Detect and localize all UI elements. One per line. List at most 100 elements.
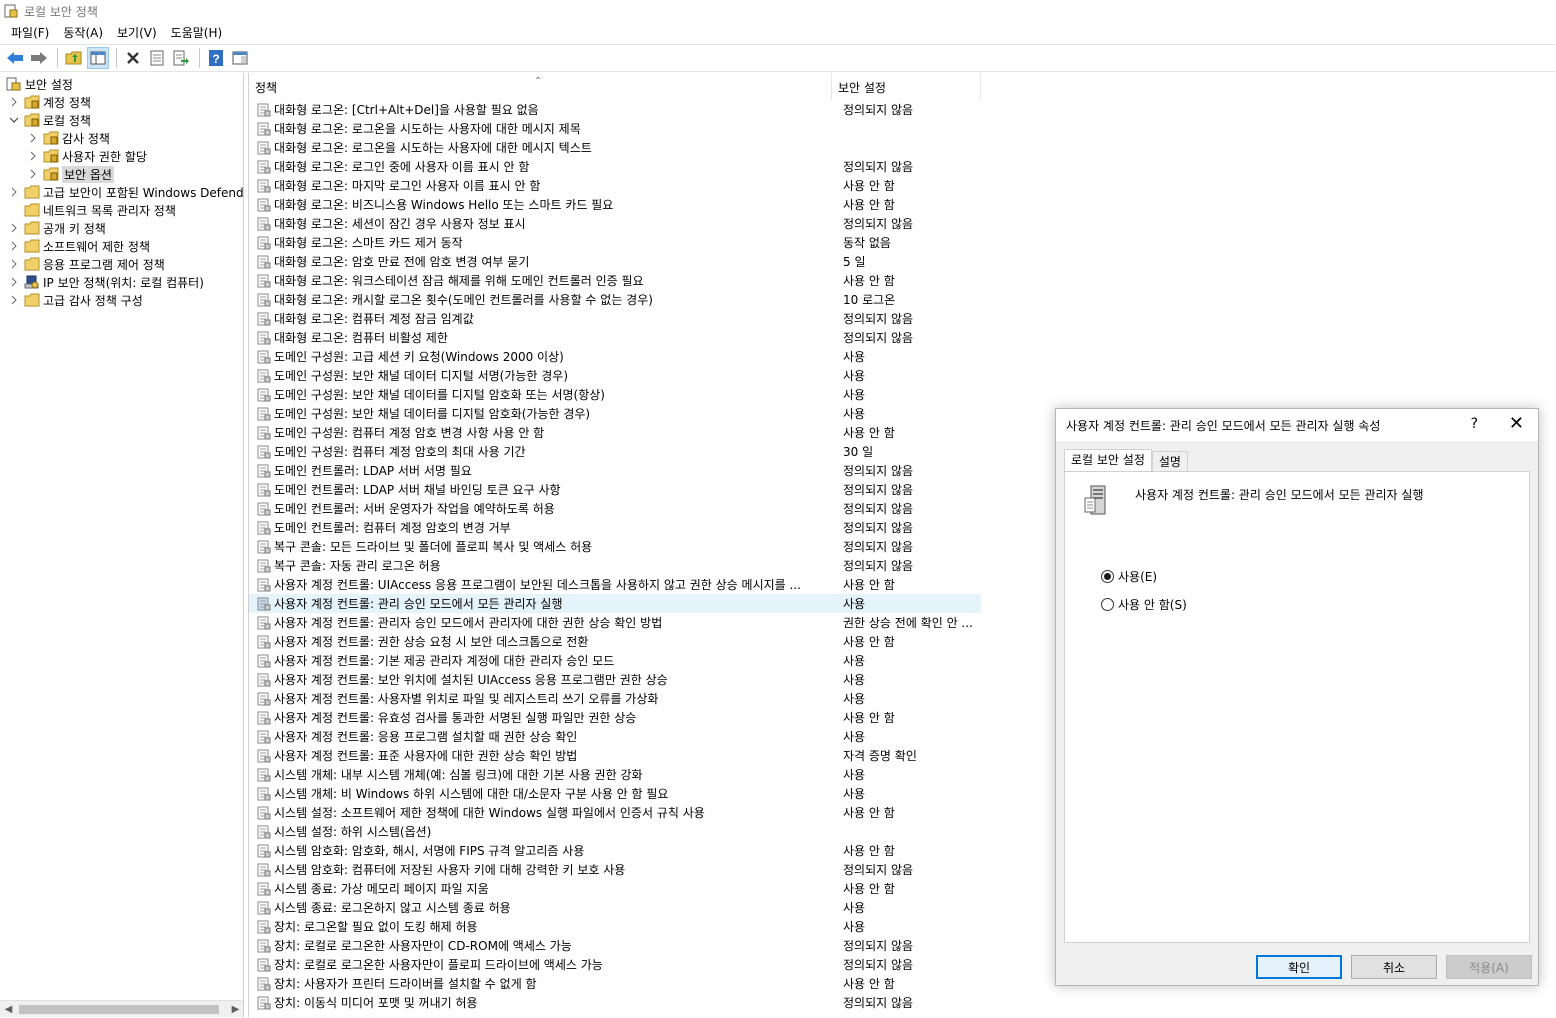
table-row[interactable]: 시스템 개체: 비 Windows 하위 시스템에 대한 대/소문자 구분 사용… xyxy=(249,784,981,803)
table-row[interactable]: 복구 콘솔: 모든 드라이브 및 폴더에 플로피 복사 및 액세스 허용 정의되지… xyxy=(249,537,981,556)
menu-view[interactable]: 보기(V) xyxy=(110,23,164,43)
tree-item-windows-defender-firewall[interactable]: 고급 보안이 포함된 Windows Defender 방화벽 xyxy=(8,183,243,201)
table-row[interactable]: 시스템 암호화: 컴퓨터에 저장된 사용자 키에 대해 강력한 키 보호 사용 정… xyxy=(249,860,981,879)
tree-item-user-rights[interactable]: 사용자 권한 할당 xyxy=(27,147,147,165)
chevron-right-icon[interactable] xyxy=(8,186,20,198)
table-row[interactable]: 사용자 계정 컨트롤: 응용 프로그램 설치할 때 권한 상승 확인 사용 xyxy=(249,727,981,746)
delete-button[interactable] xyxy=(122,47,144,69)
export-list-button[interactable] xyxy=(170,47,192,69)
table-row[interactable]: 장치: 사용자가 프린터 드라이버를 설치할 수 없게 함 사용 안 함 xyxy=(249,974,981,993)
ok-button[interactable]: 확인 xyxy=(1256,955,1342,979)
tree-item-audit-policy[interactable]: 감사 정책 xyxy=(27,129,110,147)
table-row[interactable]: 사용자 계정 컨트롤: 유효성 검사를 통과한 서명된 실행 파일만 권한 상승… xyxy=(249,708,981,727)
table-row[interactable]: 시스템 암호화: 암호화, 해시, 서명에 FIPS 규격 알고리즘 사용 사용 … xyxy=(249,841,981,860)
table-row[interactable]: 대화형 로그온: 암호 만료 전에 암호 변경 여부 묻기 5 일 xyxy=(249,252,981,271)
table-row[interactable]: 장치: 로그온할 필요 없이 도킹 해제 허용 사용 xyxy=(249,917,981,936)
tree-item-security-settings[interactable]: 보안 설정 xyxy=(6,75,73,93)
chevron-right-icon[interactable] xyxy=(8,222,20,234)
table-row[interactable]: 도메인 구성원: 컴퓨터 계정 암호 변경 사항 사용 안 함 사용 안 함 xyxy=(249,423,981,442)
chevron-right-icon[interactable] xyxy=(8,294,20,306)
table-row[interactable]: 대화형 로그온: 비즈니스용 Windows Hello 또는 스마트 카드 필… xyxy=(249,195,981,214)
back-button[interactable] xyxy=(4,47,26,69)
table-row[interactable]: 대화형 로그온: 세션이 잠긴 경우 사용자 정보 표시 정의되지 않음 xyxy=(249,214,981,233)
table-row[interactable]: 대화형 로그온: [Ctrl+Alt+Del]을 사용할 필요 없음 정의되지 않… xyxy=(249,100,981,119)
chevron-right-icon[interactable] xyxy=(8,276,20,288)
chevron-right-icon[interactable] xyxy=(27,150,39,162)
scroll-right-icon[interactable]: ▶ xyxy=(227,1001,243,1018)
chevron-right-icon[interactable] xyxy=(8,240,20,252)
scrollbar-track[interactable] xyxy=(17,1001,227,1018)
table-row[interactable]: 시스템 종료: 로그온하지 않고 시스템 종료 허용 사용 xyxy=(249,898,981,917)
radio-unchecked-icon[interactable] xyxy=(1101,598,1114,611)
table-row[interactable]: 도메인 컨트롤러: 서버 운영자가 작업을 예약하도록 허용 정의되지 않음 xyxy=(249,499,981,518)
table-row[interactable]: 대화형 로그온: 워크스테이션 잠금 해제를 위해 도메인 컨트롤러 인증 필요… xyxy=(249,271,981,290)
column-header-security-setting[interactable]: 보안 설정 xyxy=(832,73,981,100)
table-row[interactable]: 장치: 로컬로 로그온한 사용자만이 플로피 드라이브에 액세스 가능 정의되지 … xyxy=(249,955,981,974)
properties-button[interactable] xyxy=(146,47,168,69)
table-row[interactable]: 도메인 컨트롤러: LDAP 서버 서명 필요 정의되지 않음 xyxy=(249,461,981,480)
table-row[interactable]: 대화형 로그온: 로그온을 시도하는 사용자에 대한 메시지 제목 xyxy=(249,119,981,138)
close-icon[interactable]: ✕ xyxy=(1509,414,1524,434)
show-hide-tree-button[interactable] xyxy=(87,47,109,69)
tree-item-app-control[interactable]: 응용 프로그램 제어 정책 xyxy=(8,255,165,273)
console-view-button[interactable] xyxy=(229,47,251,69)
table-row[interactable]: 도메인 구성원: 보안 채널 데이터 디지털 서명(가능한 경우) 사용 xyxy=(249,366,981,385)
help-button[interactable]: ? xyxy=(205,47,227,69)
tree-item-security-options[interactable]: 보안 옵션 xyxy=(27,165,114,183)
scrollbar-thumb[interactable] xyxy=(19,1004,219,1014)
menu-file[interactable]: 파일(F) xyxy=(4,23,56,43)
table-row[interactable]: 도메인 구성원: 컴퓨터 계정 암호의 최대 사용 기간 30 일 xyxy=(249,442,981,461)
table-row[interactable]: 대화형 로그온: 로그인 중에 사용자 이름 표시 안 함 정의되지 않음 xyxy=(249,157,981,176)
table-row[interactable]: 장치: 로컬로 로그온한 사용자만이 CD-ROM에 액세스 가능 정의되지 않음 xyxy=(249,936,981,955)
forward-button[interactable] xyxy=(28,47,50,69)
table-row[interactable]: 도메인 컨트롤러: LDAP 서버 채널 바인딩 토큰 요구 사항 정의되지 않음 xyxy=(249,480,981,499)
tree-item-account-policy[interactable]: 계정 정책 xyxy=(8,93,91,111)
table-row[interactable]: 사용자 계정 컨트롤: 사용자별 위치로 파일 및 레지스트리 쓰기 오류를 가… xyxy=(249,689,981,708)
cancel-button[interactable]: 취소 xyxy=(1351,955,1437,979)
chevron-right-icon[interactable] xyxy=(8,258,20,270)
menu-action[interactable]: 동작(A) xyxy=(56,23,110,43)
column-header-policy[interactable]: ⌃ 정책 xyxy=(249,73,832,100)
table-row[interactable]: 도메인 구성원: 보안 채널 데이터를 디지털 암호화(가능한 경우) 사용 xyxy=(249,404,981,423)
help-icon[interactable]: ? xyxy=(1471,416,1478,432)
table-row[interactable]: 대화형 로그온: 컴퓨터 계정 잠금 임계값 정의되지 않음 xyxy=(249,309,981,328)
chevron-right-icon[interactable] xyxy=(27,132,39,144)
tree-item-public-key-policy[interactable]: 공개 키 정책 xyxy=(8,219,106,237)
tree-item-software-restriction[interactable]: 소프트웨어 제한 정책 xyxy=(8,237,150,255)
tree-item-local-policy[interactable]: 로컬 정책 xyxy=(8,111,91,129)
tree-item-network-list-manager[interactable]: 네트워크 목록 관리자 정책 xyxy=(24,201,176,219)
radio-checked-icon[interactable] xyxy=(1101,570,1114,583)
table-row[interactable]: 시스템 설정: 소프트웨어 제한 정책에 대한 Windows 실행 파일에서 … xyxy=(249,803,981,822)
table-row[interactable]: 사용자 계정 컨트롤: 관리 승인 모드에서 모든 관리자 실행 사용 xyxy=(249,594,981,613)
chevron-right-icon[interactable] xyxy=(27,168,39,180)
table-row[interactable]: 사용자 계정 컨트롤: 기본 제공 관리자 계정에 대한 관리자 승인 모드 사용 xyxy=(249,651,981,670)
radio-enabled[interactable]: 사용(E) xyxy=(1101,568,1157,585)
table-row[interactable]: 시스템 개체: 내부 시스템 개체(예: 심볼 링크)에 대한 기본 사용 권한… xyxy=(249,765,981,784)
tree-item-advanced-audit[interactable]: 고급 감사 정책 구성 xyxy=(8,291,143,309)
table-row[interactable]: 대화형 로그온: 로그온을 시도하는 사용자에 대한 메시지 텍스트 xyxy=(249,138,981,157)
menu-help[interactable]: 도움말(H) xyxy=(164,23,230,43)
table-row[interactable]: 복구 콘솔: 자동 관리 로그온 허용 정의되지 않음 xyxy=(249,556,981,575)
table-row[interactable]: 사용자 계정 컨트롤: 관리자 승인 모드에서 관리자에 대한 권한 상승 확인… xyxy=(249,613,981,632)
table-row[interactable]: 대화형 로그온: 컴퓨터 비활성 제한 정의되지 않음 xyxy=(249,328,981,347)
table-row[interactable]: 도메인 구성원: 보안 채널 데이터를 디지털 암호화 또는 서명(항상) 사용 xyxy=(249,385,981,404)
table-row[interactable]: 사용자 계정 컨트롤: 권한 상승 요청 시 보안 데스크톱으로 전환 사용 안 … xyxy=(249,632,981,651)
table-row[interactable]: 사용자 계정 컨트롤: 표준 사용자에 대한 권한 상승 확인 방법 자격 증명 … xyxy=(249,746,981,765)
chevron-right-icon[interactable] xyxy=(8,96,20,108)
table-row[interactable]: 대화형 로그온: 마지막 로그인 사용자 이름 표시 안 함 사용 안 함 xyxy=(249,176,981,195)
tab-local-security-setting[interactable]: 로컬 보안 설정 xyxy=(1064,449,1152,473)
table-row[interactable]: 도메인 컨트롤러: 컴퓨터 계정 암호의 변경 거부 정의되지 않음 xyxy=(249,518,981,537)
tree-item-ip-security[interactable]: IP 보안 정책(위치: 로컬 컴퓨터) xyxy=(8,273,204,291)
tree-horizontal-scrollbar[interactable]: ◀ ▶ xyxy=(0,1000,243,1018)
table-row[interactable]: 대화형 로그온: 스마트 카드 제거 동작 동작 없음 xyxy=(249,233,981,252)
table-row[interactable]: 대화형 로그온: 캐시할 로그온 횟수(도메인 컨트롤러를 사용할 수 없는 경… xyxy=(249,290,981,309)
table-row[interactable]: 시스템 설정: 하위 시스템(옵션) xyxy=(249,822,981,841)
up-level-button[interactable] xyxy=(63,47,85,69)
table-row[interactable]: 장치: 이동식 미디어 포맷 및 꺼내기 허용 정의되지 않음 xyxy=(249,993,981,1012)
radio-disabled[interactable]: 사용 안 함(S) xyxy=(1101,596,1187,613)
table-row[interactable]: 사용자 계정 컨트롤: UIAccess 응용 프로그램이 보안된 데스크톱을 … xyxy=(249,575,981,594)
chevron-down-icon[interactable] xyxy=(8,114,20,126)
table-row[interactable]: 사용자 계정 컨트롤: 보안 위치에 설치된 UIAccess 응용 프로그램만… xyxy=(249,670,981,689)
apply-button[interactable]: 적용(A) xyxy=(1446,955,1532,979)
scroll-left-icon[interactable]: ◀ xyxy=(0,1001,17,1018)
